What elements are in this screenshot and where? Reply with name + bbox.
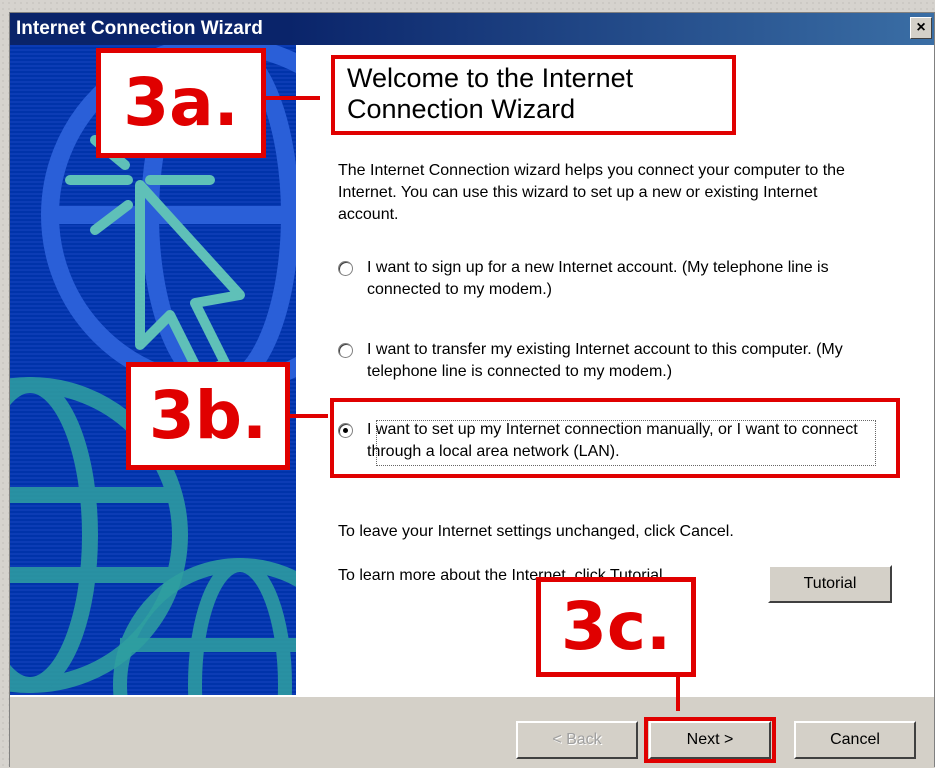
close-button[interactable]: × xyxy=(910,17,932,39)
option-sign-up[interactable]: I want to sign up for a new Internet acc… xyxy=(338,257,898,301)
tutorial-button-label: Tutorial xyxy=(803,575,857,592)
annotation-badge-3b: 3b. xyxy=(126,362,290,470)
connector-3c xyxy=(676,677,680,711)
title-bar: Internet Connection Wizard × xyxy=(10,13,934,45)
title-line-2: Connection Wizard xyxy=(347,94,576,124)
intro-text: The Internet Connection wizard helps you… xyxy=(338,162,845,223)
option-sign-up-label: I want to sign up for a new Internet acc… xyxy=(367,259,829,298)
title-line-1: Welcome to the Internet xyxy=(347,63,634,93)
next-button-label: Next > xyxy=(686,731,734,748)
cancel-button[interactable]: Cancel xyxy=(794,721,916,759)
radio-sign-up[interactable] xyxy=(338,261,353,276)
cancel-button-label: Cancel xyxy=(830,731,880,748)
back-button[interactable]: < Back xyxy=(516,721,638,759)
back-button-label: < Back xyxy=(552,731,602,748)
connector-3a xyxy=(266,96,320,100)
radio-manual[interactable] xyxy=(338,423,353,438)
tutorial-button[interactable]: Tutorial xyxy=(768,565,892,603)
option-transfer-label: I want to transfer my existing Internet … xyxy=(367,341,843,380)
next-button[interactable]: Next > xyxy=(649,721,771,759)
annotation-badge-3c: 3c. xyxy=(536,577,696,677)
page-title: Welcome to the Internet Connection Wizar… xyxy=(331,55,736,135)
leave-instructions: To leave your Internet settings unchange… xyxy=(338,523,734,540)
option-transfer[interactable]: I want to transfer my existing Internet … xyxy=(338,339,898,383)
window-title: Internet Connection Wizard xyxy=(16,18,263,39)
annotation-badge-3a: 3a. xyxy=(96,48,266,158)
option-manual[interactable]: I want to set up my Internet connection … xyxy=(338,419,898,463)
radio-transfer[interactable] xyxy=(338,343,353,358)
option-manual-label: I want to set up my Internet connection … xyxy=(367,421,858,460)
button-bar: < Back Next > Cancel xyxy=(10,695,934,768)
connector-3b xyxy=(290,414,328,418)
